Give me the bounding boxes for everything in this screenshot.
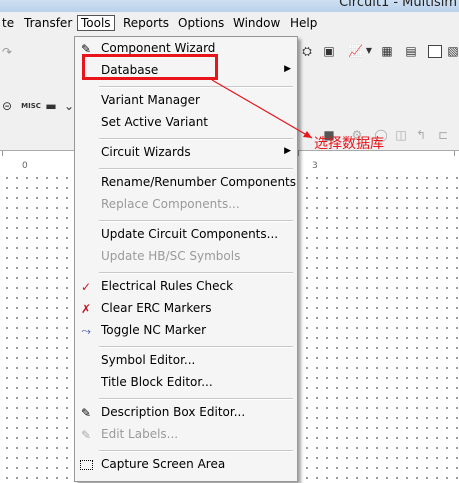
- annotation-text: 选择数据库: [314, 136, 384, 152]
- annotation-arrow: [211, 79, 313, 139]
